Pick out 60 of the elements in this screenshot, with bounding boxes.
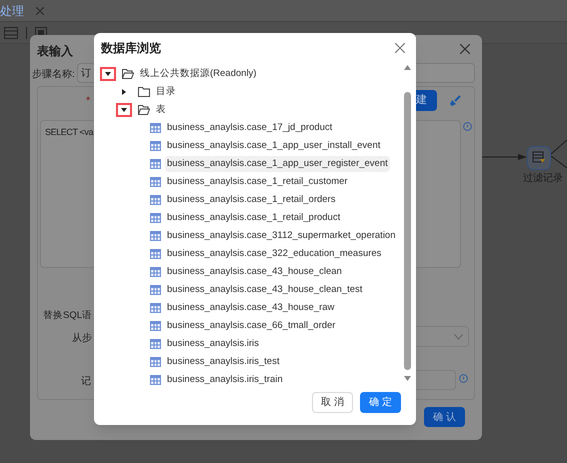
table-item[interactable]: business_anaylsis.case_43_house_clean xyxy=(165,264,344,280)
required-mark: * xyxy=(86,94,90,109)
table-item[interactable]: business_anaylsis.case_1_app_user_install_event xyxy=(165,138,382,154)
table-icon xyxy=(150,249,161,259)
open-folder-icon xyxy=(122,69,134,79)
help-icon[interactable] xyxy=(463,122,472,131)
dialog-title: 表输入 xyxy=(37,43,73,60)
table-icon xyxy=(150,177,161,187)
table-item[interactable]: business_anaylsis.case_3112_supermarket_operation xyxy=(165,228,398,244)
table-item[interactable]: business_anaylsis.case_43_house_clean_test xyxy=(165,282,364,298)
table-item[interactable]: business_anaylsis.iris_test xyxy=(165,354,282,370)
table-item[interactable]: business_anaylsis.iris xyxy=(165,336,261,352)
table-icon xyxy=(150,141,161,151)
field-label: 记 xyxy=(81,375,91,389)
table-icon xyxy=(150,213,161,223)
table-icon xyxy=(150,285,161,295)
cancel-button[interactable]: 取 消 xyxy=(312,392,353,413)
table-icon xyxy=(150,123,161,133)
table-item[interactable]: business_anaylsis.case_1_retail_customer xyxy=(165,174,350,190)
table-icon xyxy=(150,231,161,241)
table-item[interactable]: business_anaylsis.case_43_house_raw xyxy=(165,300,336,316)
folder-icon xyxy=(138,87,150,97)
table-item[interactable]: business_anaylsis.case_17_jd_product xyxy=(165,120,334,136)
open-folder-icon xyxy=(138,105,150,115)
table-item[interactable]: business_anaylsis.case_1_retail_product xyxy=(165,210,342,226)
scroll-up-icon[interactable] xyxy=(404,65,411,70)
table-icon xyxy=(150,339,161,349)
close-icon[interactable] xyxy=(36,6,44,14)
confirm-button[interactable]: 确 认 xyxy=(424,407,465,427)
scroll-down-icon[interactable] xyxy=(404,376,411,381)
grid-icon[interactable] xyxy=(4,26,18,38)
table-icon xyxy=(150,375,161,385)
table-item[interactable]: business_anaylsis.case_1_retail_orders xyxy=(165,192,338,208)
field-label: 步骤名称: xyxy=(32,68,75,82)
table-icon xyxy=(150,357,161,367)
folder-item[interactable]: 线上公共数据源(Readonly) xyxy=(138,66,258,82)
close-icon[interactable] xyxy=(460,44,470,54)
connector-arrow xyxy=(482,153,527,161)
table-item[interactable]: business_anaylsis.case_66_tmall_order xyxy=(165,318,338,334)
folder-item[interactable]: 表 xyxy=(154,102,168,118)
ok-button[interactable]: 确 定 xyxy=(360,392,401,413)
filter-node-icon[interactable] xyxy=(527,146,551,170)
broom-icon[interactable] xyxy=(449,95,461,107)
table-item[interactable]: business_anaylsis.iris_train xyxy=(165,372,285,388)
table-item[interactable]: business_anaylsis.case_1_app_user_register_event xyxy=(165,156,390,172)
scrollbar-thumb[interactable] xyxy=(404,92,411,370)
table-icon xyxy=(150,303,161,313)
table-item[interactable]: business_anaylsis.case_322_education_measures xyxy=(165,246,384,262)
close-icon[interactable] xyxy=(395,43,405,53)
table-icon xyxy=(150,321,161,331)
dialog-title: 数据库浏览 xyxy=(101,40,161,57)
field-label: 从步 xyxy=(72,332,92,346)
folder-item[interactable]: 目录 xyxy=(154,84,178,100)
chevron-down-icon xyxy=(454,334,463,340)
help-icon[interactable] xyxy=(459,374,468,383)
table-icon xyxy=(150,267,161,277)
table-icon xyxy=(150,159,161,169)
field-label: 替换SQL语 xyxy=(43,309,92,323)
connector-line xyxy=(551,140,567,168)
table-icon xyxy=(150,195,161,205)
